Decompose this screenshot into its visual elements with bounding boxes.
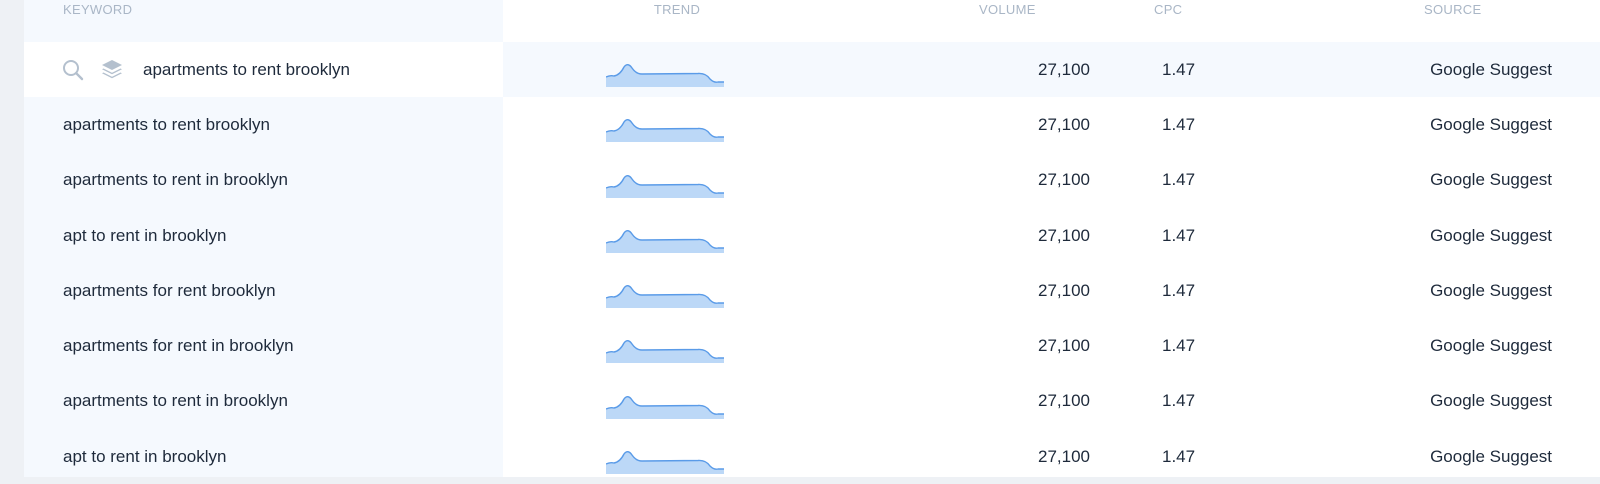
table-row[interactable]: apartments for rent brooklyn 27,100 1.47…: [24, 263, 1600, 318]
source-cell: Google Suggest: [1324, 263, 1552, 318]
trend-sparkline: [606, 451, 724, 475]
keyword-cell: apartments to rent brooklyn: [24, 97, 503, 152]
source-value: Google Suggest: [1430, 59, 1552, 79]
table-row-active[interactable]: apartments to rent brooklyn 27,100 1.47 …: [24, 42, 1600, 98]
volume-cell: 27,100: [944, 374, 1090, 429]
volume-cell: 27,100: [944, 208, 1090, 263]
trend-sparkline: [606, 174, 724, 198]
volume-cell: 27,100: [944, 429, 1090, 484]
table-row[interactable]: apartments to rent in brooklyn 27,100 1.…: [24, 374, 1600, 429]
volume-value: 27,100: [1038, 225, 1090, 245]
search-icon[interactable]: [61, 58, 85, 82]
source-value: Google Suggest: [1430, 170, 1552, 190]
keyword-cell: apartments to rent in brooklyn: [24, 153, 503, 208]
cpc-value: 1.47: [1162, 59, 1196, 79]
keyword-cell: apt to rent in brooklyn: [24, 429, 503, 484]
column-header-keyword[interactable]: KEYWORD: [63, 2, 132, 17]
table-row[interactable]: apt to rent in brooklyn 27,100 1.47 Goog…: [24, 429, 1600, 484]
source-value: Google Suggest: [1430, 446, 1552, 466]
volume-value: 27,100: [1038, 170, 1090, 190]
cpc-value: 1.47: [1162, 446, 1196, 466]
volume-cell: 27,100: [944, 97, 1090, 152]
column-header-volume[interactable]: VOLUME: [979, 2, 1036, 17]
keyword-cell: apartments to rent in brooklyn: [24, 374, 503, 429]
trend-sparkline: [606, 229, 724, 253]
volume-cell: 27,100: [944, 318, 1090, 373]
keyword-table-body: apartments to rent brooklyn 27,100 1.47 …: [24, 42, 1600, 484]
keyword-cell: apartments to rent brooklyn: [24, 42, 503, 98]
cpc-value: 1.47: [1162, 336, 1196, 356]
volume-value: 27,100: [1038, 114, 1090, 134]
volume-value: 27,100: [1038, 391, 1090, 411]
keyword-text[interactable]: apt to rent in brooklyn: [63, 447, 226, 467]
trend-sparkline: [606, 340, 724, 364]
source-cell: Google Suggest: [1324, 42, 1552, 97]
source-value: Google Suggest: [1430, 280, 1552, 300]
source-value: Google Suggest: [1430, 114, 1552, 134]
source-cell: Google Suggest: [1324, 153, 1552, 208]
volume-value: 27,100: [1038, 446, 1090, 466]
trend-sparkline: [606, 285, 724, 309]
keyword-text[interactable]: apt to rent in brooklyn: [63, 226, 226, 246]
cpc-value: 1.47: [1162, 391, 1196, 411]
source-value: Google Suggest: [1430, 225, 1552, 245]
trend-sparkline: [606, 395, 724, 419]
cpc-value: 1.47: [1162, 280, 1196, 300]
volume-cell: 27,100: [944, 42, 1090, 97]
source-value: Google Suggest: [1430, 391, 1552, 411]
column-header-source[interactable]: SOURCE: [1424, 2, 1481, 17]
source-value: Google Suggest: [1430, 336, 1552, 356]
source-cell: Google Suggest: [1324, 429, 1552, 484]
layers-icon[interactable]: [100, 57, 124, 81]
table-header: KEYWORD TREND VOLUME CPC SOURCE: [24, 0, 1600, 42]
keyword-cell: apartments for rent in brooklyn: [24, 318, 503, 373]
table-row[interactable]: apartments for rent in brooklyn 27,100 1…: [24, 318, 1600, 373]
table-row[interactable]: apartments to rent brooklyn 27,100 1.47 …: [24, 97, 1600, 152]
cpc-value: 1.47: [1162, 114, 1196, 134]
keyword-text[interactable]: apartments to rent brooklyn: [143, 60, 350, 80]
cpc-value: 1.47: [1162, 170, 1196, 190]
keyword-text[interactable]: apartments for rent in brooklyn: [63, 336, 294, 356]
source-cell: Google Suggest: [1324, 208, 1552, 263]
source-cell: Google Suggest: [1324, 374, 1552, 429]
trend-sparkline: [606, 119, 724, 143]
volume-cell: 27,100: [944, 153, 1090, 208]
volume-value: 27,100: [1038, 336, 1090, 356]
source-cell: Google Suggest: [1324, 318, 1552, 373]
volume-value: 27,100: [1038, 280, 1090, 300]
source-cell: Google Suggest: [1324, 97, 1552, 152]
keyword-cell: apartments for rent brooklyn: [24, 263, 503, 318]
volume-cell: 27,100: [944, 263, 1090, 318]
table-row[interactable]: apt to rent in brooklyn 27,100 1.47 Goog…: [24, 208, 1600, 263]
column-header-trend[interactable]: TREND: [629, 2, 725, 17]
table-row[interactable]: apartments to rent in brooklyn 27,100 1.…: [24, 153, 1600, 208]
column-header-cpc[interactable]: CPC: [1154, 2, 1182, 17]
keyword-text[interactable]: apartments to rent in brooklyn: [63, 391, 288, 411]
trend-sparkline: [606, 64, 724, 87]
cpc-value: 1.47: [1162, 225, 1196, 245]
keyword-cell: apt to rent in brooklyn: [24, 208, 503, 263]
keyword-text[interactable]: apartments to rent in brooklyn: [63, 170, 288, 190]
volume-value: 27,100: [1038, 59, 1090, 79]
keyword-text[interactable]: apartments for rent brooklyn: [63, 281, 276, 301]
keyword-text[interactable]: apartments to rent brooklyn: [63, 115, 270, 135]
